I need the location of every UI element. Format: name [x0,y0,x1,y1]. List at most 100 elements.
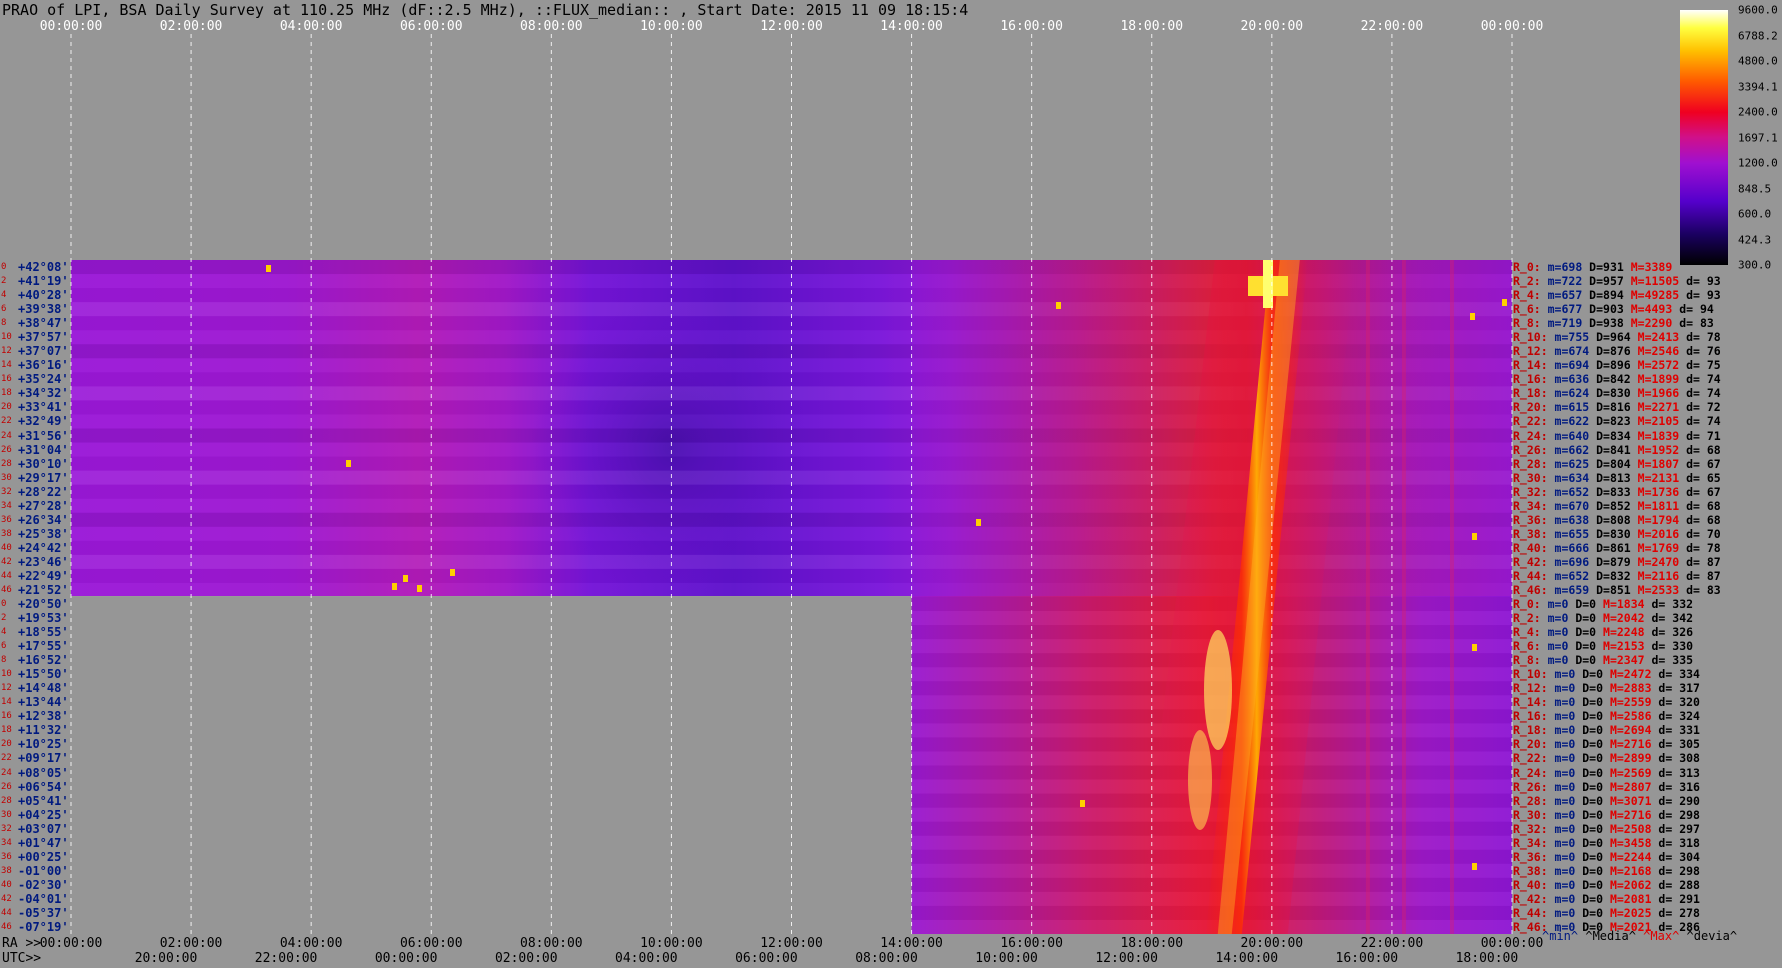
stat-d: D=0 [1575,695,1604,710]
stat-row: R_28: m=625 D=804 M=1807 d= 67 [1513,457,1721,471]
stat-d: d= 93 [1679,288,1721,303]
row-index: 32 [1,486,12,497]
stat-r: R_12: [1513,681,1548,696]
stat-row: R_44: m=652 D=832 M=2116 d= 87 [1513,569,1721,583]
hot-pixel [403,575,408,582]
stat-max: M=2042 [1596,611,1645,626]
declination-label: +39°38' [18,302,69,317]
stat-max: M=2899 [1603,751,1652,766]
utc-axis-label: UTC>> [2,951,42,966]
declination-label: +14°48' [18,681,69,696]
utc-axis-tick: 06:00:00 [735,951,798,966]
row-index: 36 [1,851,12,862]
row-index: 8 [1,318,7,329]
stat-d: D=813 [1589,470,1631,485]
stat-d: d= 317 [1651,681,1700,696]
stat-row: R_2: m=0 D=0 M=2042 d= 342 [1513,611,1693,625]
stat-r: R_2: [1513,274,1541,289]
stat-r: R_40: [1513,540,1548,555]
colorbar-tick: 1697.1 [1738,131,1778,144]
row-index: 26 [1,781,12,792]
stat-max: M=1966 [1630,386,1680,401]
stat-r: R_34: [1513,835,1548,850]
stat-d: d= 65 [1679,470,1721,485]
stat-d: D=852 [1589,498,1631,513]
stat-m: m=694 [1547,358,1590,373]
stat-d: d= 291 [1651,891,1700,906]
declination-label: +33°41' [18,400,69,415]
declination-label: +41°19' [18,274,69,289]
row-index: 4 [1,627,7,638]
stat-d: D=0 [1575,737,1604,752]
stat-d: d= 326 [1644,625,1694,640]
stat-max: M=1899 [1630,372,1680,387]
stat-r: R_34: [1513,498,1548,513]
stat-d: D=841 [1589,442,1631,457]
stat-d: D=0 [1575,667,1604,682]
declination-label: +03°07' [18,821,69,836]
ra-axis-tick: 10:00:00 [640,936,703,951]
stat-max: M=1839 [1630,428,1680,443]
declination-label: -07°19' [18,919,69,934]
row-index: 14 [1,360,12,371]
stat-max: M=2271 [1630,400,1680,415]
stat-m: m=0 [1547,737,1576,752]
stat-d: D=834 [1589,428,1631,443]
stat-m: m=0 [1547,877,1576,892]
stat-row: R_20: m=0 D=0 M=2716 d= 305 [1513,737,1700,751]
stat-d: D=957 [1582,274,1624,289]
stat-r: R_6: [1513,639,1541,654]
stat-r: R_10: [1513,330,1548,345]
stat-d: D=0 [1575,835,1604,850]
declination-label: +32°49' [18,414,69,429]
stat-r: R_0: [1513,260,1541,275]
stat-d: D=0 [1575,779,1604,794]
stat-d: d= 324 [1651,709,1700,724]
declination-label: +40°28' [18,288,69,303]
ridge-peak [1188,730,1212,830]
stat-d: D=0 [1575,681,1604,696]
declination-label: +34°32' [18,386,69,401]
stat-d: d= 278 [1651,905,1700,920]
stat-max: M=2168 [1603,863,1652,878]
stat-r: R_24: [1513,765,1548,780]
stat-row: R_38: m=0 D=0 M=2168 d= 298 [1513,864,1700,878]
declination-label: +23°46' [18,554,69,569]
stat-r: R_12: [1513,344,1548,359]
row-index: 2 [1,276,7,287]
stat-r: R_22: [1513,414,1548,429]
stat-d: d= 87 [1679,554,1721,569]
hot-pixel [266,265,271,272]
declination-label: +17°55' [18,639,69,654]
declination-label: +12°38' [18,709,69,724]
stat-d: d= 342 [1644,611,1694,626]
stat-row: R_10: m=0 D=0 M=2472 d= 334 [1513,667,1700,681]
stat-row: R_22: m=0 D=0 M=2899 d= 308 [1513,751,1700,765]
colorbar-tick: 3394.1 [1738,80,1778,93]
stat-r: R_40: [1513,877,1548,892]
stat-max: M=2569 [1603,765,1652,780]
declination-label: +38°47' [18,316,69,331]
stat-d: D=804 [1589,456,1631,471]
stat-m: m=638 [1547,512,1590,527]
utc-axis-tick: 20:00:00 [134,951,198,966]
stat-m: m=719 [1540,316,1583,331]
stat-d: D=830 [1589,526,1631,541]
stat-row: R_16: m=0 D=0 M=2586 d= 324 [1513,709,1700,723]
utc-axis-tick: 18:00:00 [1455,951,1519,966]
row-index: 6 [1,641,7,652]
stat-d: D=808 [1589,512,1631,527]
stat-max: M=2131 [1630,470,1680,485]
stat-row: R_0: m=0 D=0 M=1834 d= 332 [1513,597,1693,611]
stat-max: M=49285 [1623,288,1680,303]
row-index: 24 [1,767,12,778]
stat-d: D=0 [1575,849,1604,864]
stat-m: m=0 [1547,891,1576,906]
colorbar [1680,10,1728,265]
colorbar-tick: 6788.2 [1738,29,1778,42]
declination-label: -05°37' [18,905,69,920]
stat-m: m=0 [1547,695,1576,710]
stat-r: R_38: [1513,863,1548,878]
stat-max: M=2016 [1630,526,1680,541]
declination-label: -04°01' [18,891,69,906]
